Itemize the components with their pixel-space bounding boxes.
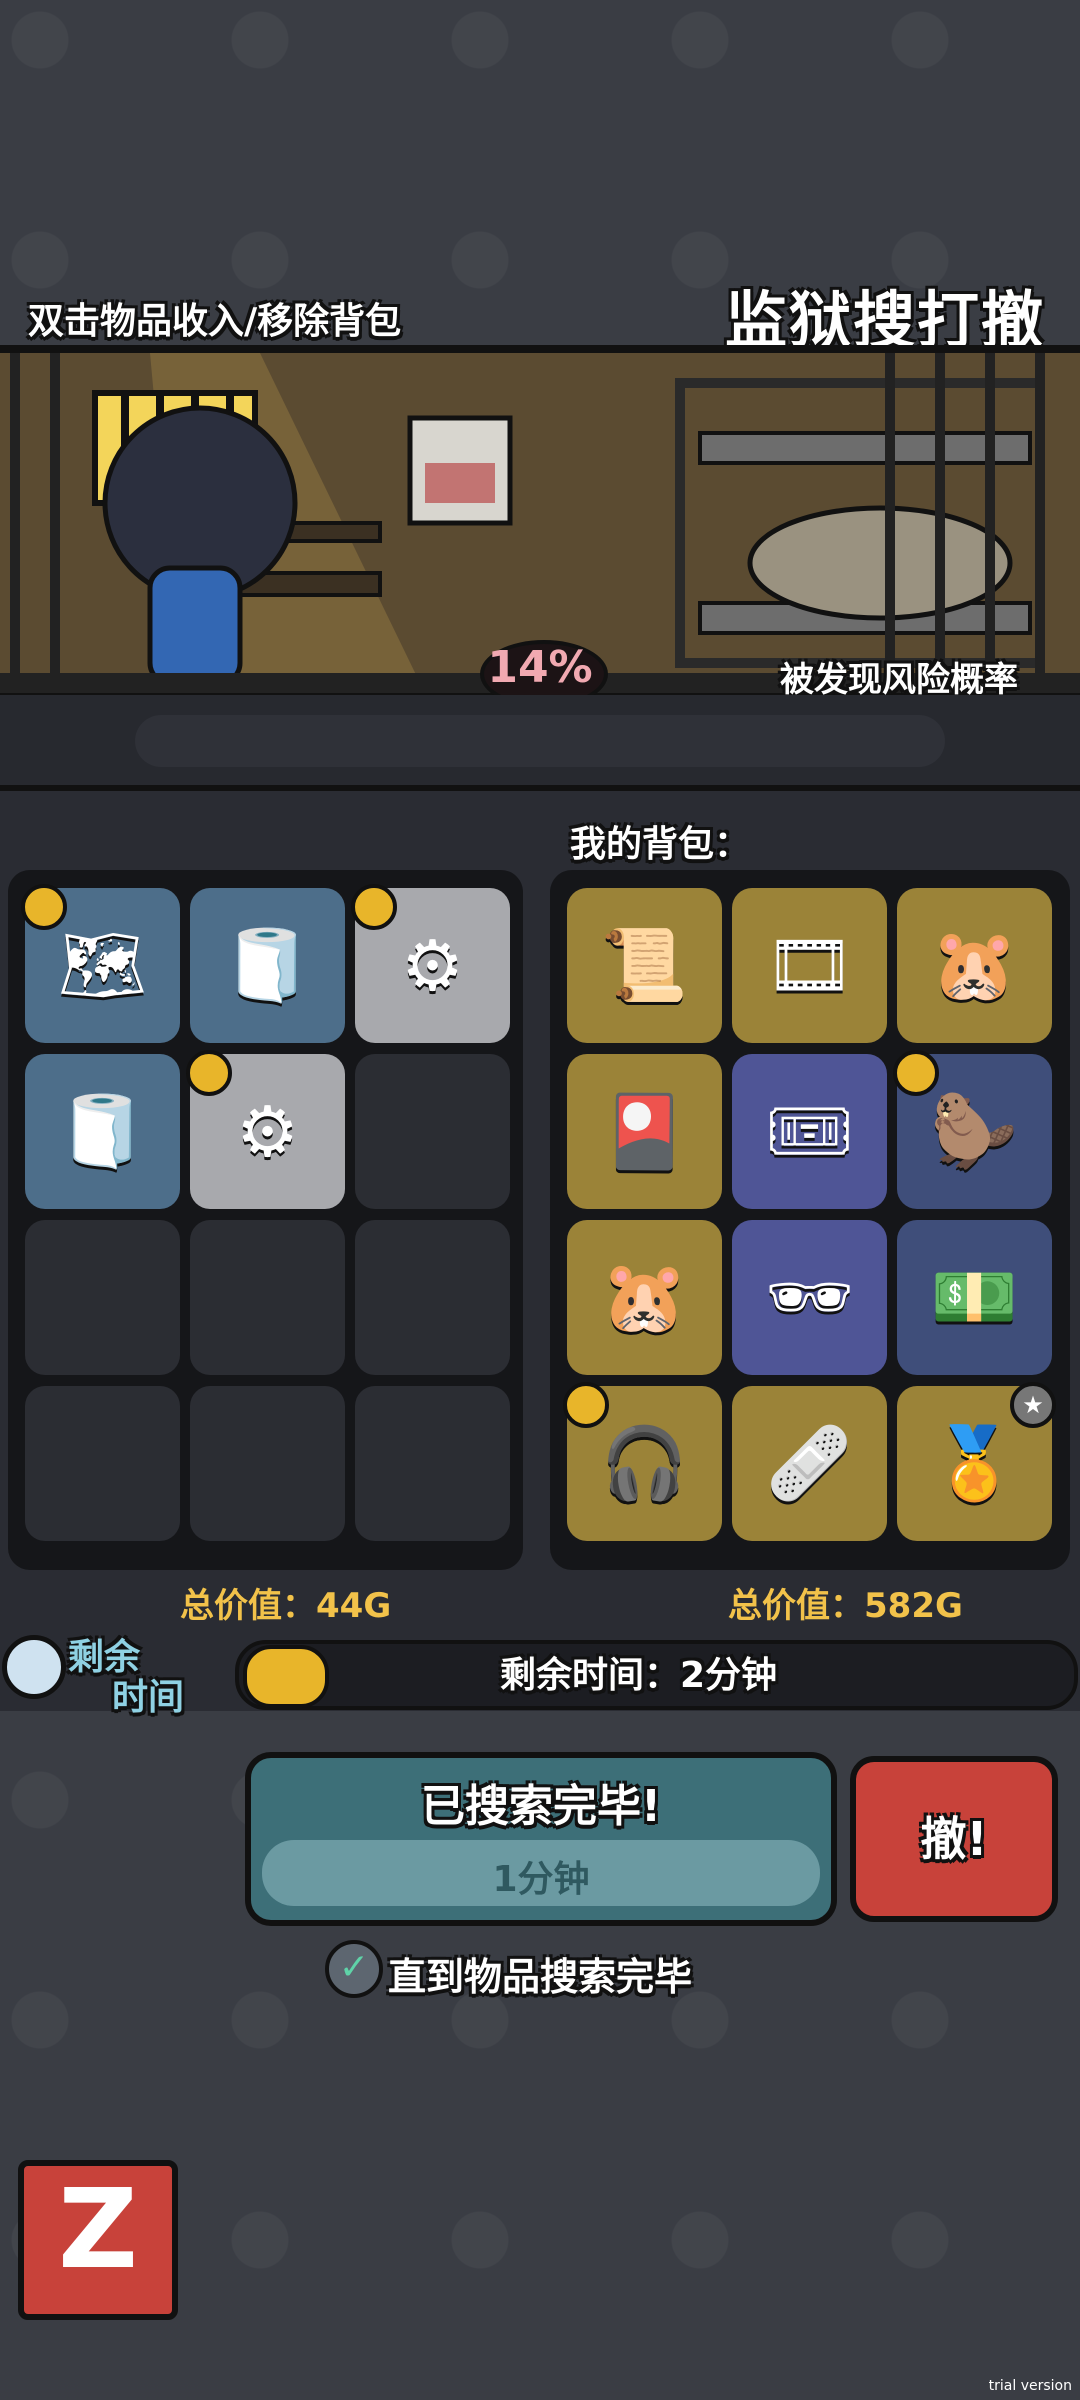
film-reel-icon: 🎞: [765, 924, 854, 1006]
old-map-icon: 📜: [600, 924, 689, 1006]
bag-slot[interactable]: 🎴: [567, 1054, 722, 1209]
toilet-paper-icon: 🧻: [223, 924, 312, 1006]
bag-slot[interactable]: 🎞: [732, 888, 887, 1043]
bag-slot[interactable]: 🐹: [567, 1220, 722, 1375]
container-total-value: 总价值：44G: [180, 1586, 392, 1626]
scrap-metal-icon: ⚙: [401, 924, 464, 1007]
coin-badge-icon: [893, 1050, 939, 1096]
capybara-pack-icon: 🐹: [600, 1256, 689, 1338]
bag-slot[interactable]: 🐹: [897, 888, 1052, 1043]
container-slot[interactable]: [25, 1220, 180, 1375]
gold-card-icon: 🎴: [600, 1090, 689, 1172]
stopwatch-icon: [2, 1635, 66, 1699]
container-slot[interactable]: [355, 1386, 510, 1541]
ticket-icon: 🎟: [765, 1090, 854, 1172]
capybara-pack-icon: 🐹: [930, 924, 1019, 1006]
container-slot[interactable]: [25, 1386, 180, 1541]
bag-slot[interactable]: 🎧: [563, 1382, 722, 1541]
bag-slot[interactable]: 🩹: [732, 1386, 887, 1541]
money-pills-icon: 💵: [930, 1256, 1019, 1338]
instruction-text: 双击物品收入/移除背包: [28, 301, 402, 342]
container-slot[interactable]: [355, 1220, 510, 1375]
status-strip-track: [135, 715, 945, 767]
risk-percentage: 14%: [487, 642, 593, 693]
coin-icon: [243, 1645, 329, 1708]
container-slot[interactable]: ⚙: [351, 884, 510, 1043]
container-slot[interactable]: [355, 1054, 510, 1209]
coin-badge-icon: [186, 1050, 232, 1096]
coin-badge-icon: [21, 884, 67, 930]
container-slot[interactable]: ⚙: [186, 1050, 345, 1209]
container-grid: 🗺 🧻 ⚙ 🧻 ⚙: [8, 870, 523, 1570]
time-remaining-text: 剩余时间：2分钟: [500, 1655, 778, 1696]
bag-slot[interactable]: 🏅 ★: [897, 1382, 1056, 1541]
bag-title: 我的背包：: [570, 824, 751, 865]
back-arrow-icon: Z: [58, 2165, 138, 2293]
container-slot[interactable]: [190, 1220, 345, 1375]
earbud-icon: 🎧: [600, 1422, 689, 1504]
coin-badge-icon: [563, 1382, 609, 1428]
map-icon: 🗺: [58, 924, 147, 1006]
bag-slot[interactable]: 💵: [897, 1220, 1052, 1375]
container-slot[interactable]: [190, 1386, 345, 1541]
bag-slot[interactable]: 📜: [567, 888, 722, 1043]
container-slot[interactable]: 🧻: [190, 888, 345, 1043]
bag-slot[interactable]: 🎟: [732, 1054, 887, 1209]
bag-slot[interactable]: 🦫: [893, 1050, 1052, 1209]
gold-plate-icon: 🏅: [930, 1422, 1019, 1504]
risk-label: 被发现风险概率: [780, 660, 1018, 700]
toilet-paper-icon: 🧻: [58, 1090, 147, 1172]
search-complete-label: 已搜索完毕!: [420, 1781, 662, 1832]
until-search-done-checkbox-label[interactable]: 直到物品搜索完毕: [388, 1946, 692, 2001]
search-time-label: 1分钟: [492, 1859, 590, 1900]
sunglasses-magazine-icon: 🕶: [765, 1256, 854, 1338]
container-slot[interactable]: 🗺: [21, 884, 180, 1043]
bag-total-value: 总价值：582G: [728, 1586, 963, 1626]
first-aid-card-icon: 🩹: [765, 1422, 854, 1504]
trial-watermark: trial version: [988, 2378, 1072, 2394]
container-slot[interactable]: 🧻: [25, 1054, 180, 1209]
scrap-metal-icon: ⚙: [236, 1090, 299, 1173]
bag-grid: 📜 🎞 🐹 🎴 🎟 🦫 🐹 🕶 💵 🎧 🩹 🏅 ★: [550, 870, 1070, 1570]
capybara-plush-icon: 🦫: [930, 1090, 1019, 1172]
checkmark-icon[interactable]: ✓: [325, 1940, 383, 1998]
escape-label: 撤!: [920, 1812, 988, 1866]
coin-badge-icon: [351, 884, 397, 930]
star-badge-icon: ★: [1010, 1382, 1056, 1428]
bag-slot[interactable]: 🕶: [732, 1220, 887, 1375]
time-label-line2: 时间: [112, 1677, 185, 1718]
